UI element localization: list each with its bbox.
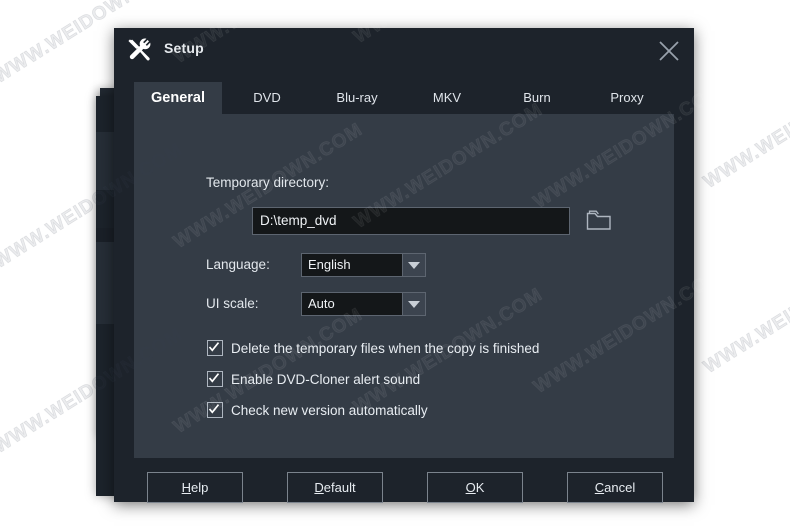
temporary-directory-label: Temporary directory: xyxy=(206,175,329,190)
tab-general[interactable]: General xyxy=(134,82,222,114)
checkbox-label: Check new version automatically xyxy=(231,403,428,418)
tab-dvd[interactable]: DVD xyxy=(222,82,312,114)
screen: Setup General DVD Blu-ray MKV Burn Proxy… xyxy=(0,0,790,532)
language-select[interactable]: English xyxy=(301,253,426,277)
checkbox-enable-alert-sound[interactable]: Enable DVD-Cloner alert sound xyxy=(207,369,420,389)
checkmark-icon[interactable] xyxy=(207,340,223,356)
tab-mkv[interactable]: MKV xyxy=(402,82,492,114)
ok-accel: O xyxy=(466,480,476,495)
tab-proxy[interactable]: Proxy xyxy=(582,82,672,114)
ok-rest: K xyxy=(476,480,485,495)
cancel-accel: C xyxy=(595,480,604,495)
default-rest: efault xyxy=(324,480,356,495)
watermark-text: WWW.WEIDOWN.COM xyxy=(700,244,790,379)
help-accel: H xyxy=(182,480,191,495)
ui-scale-select[interactable]: Auto xyxy=(301,292,426,316)
ui-scale-selected-value: Auto xyxy=(308,293,335,315)
language-selected-value: English xyxy=(308,254,351,276)
cancel-button[interactable]: Cancel xyxy=(567,472,663,503)
folder-icon[interactable] xyxy=(586,208,612,232)
setup-dialog: Setup General DVD Blu-ray MKV Burn Proxy… xyxy=(114,28,694,502)
general-tab-panel: Temporary directory: Language: English U… xyxy=(134,114,674,458)
checkbox-label: Delete the temporary files when the copy… xyxy=(231,341,539,356)
dialog-footer: Help Default OK Cancel xyxy=(114,458,694,502)
tab-bluray[interactable]: Blu-ray xyxy=(312,82,402,114)
dialog-titlebar: Setup xyxy=(114,28,694,72)
chevron-down-icon[interactable] xyxy=(402,254,425,276)
help-button[interactable]: Help xyxy=(147,472,243,503)
default-accel: D xyxy=(314,480,323,495)
chevron-down-icon[interactable] xyxy=(402,293,425,315)
help-rest: elp xyxy=(191,480,208,495)
ui-scale-label: UI scale: xyxy=(206,296,259,311)
temporary-directory-input[interactable] xyxy=(252,207,570,235)
checkmark-icon[interactable] xyxy=(207,371,223,387)
checkbox-label: Enable DVD-Cloner alert sound xyxy=(231,372,420,387)
default-button[interactable]: Default xyxy=(287,472,383,503)
watermark-text: WWW.WEIDOWN.COM xyxy=(530,0,727,29)
watermark-text: WWW.WEIDOWN.COM xyxy=(700,59,790,194)
tab-bar: General DVD Blu-ray MKV Burn Proxy xyxy=(134,82,674,114)
tab-burn[interactable]: Burn xyxy=(492,82,582,114)
cancel-rest: ancel xyxy=(604,480,635,495)
checkmark-icon[interactable] xyxy=(207,402,223,418)
close-icon[interactable] xyxy=(646,28,692,72)
wrench-screwdriver-icon xyxy=(126,37,152,63)
language-label: Language: xyxy=(206,257,270,272)
ok-button[interactable]: OK xyxy=(427,472,523,503)
checkbox-check-new-version[interactable]: Check new version automatically xyxy=(207,400,428,420)
dialog-title: Setup xyxy=(164,40,204,56)
checkbox-delete-temp-files[interactable]: Delete the temporary files when the copy… xyxy=(207,338,539,358)
